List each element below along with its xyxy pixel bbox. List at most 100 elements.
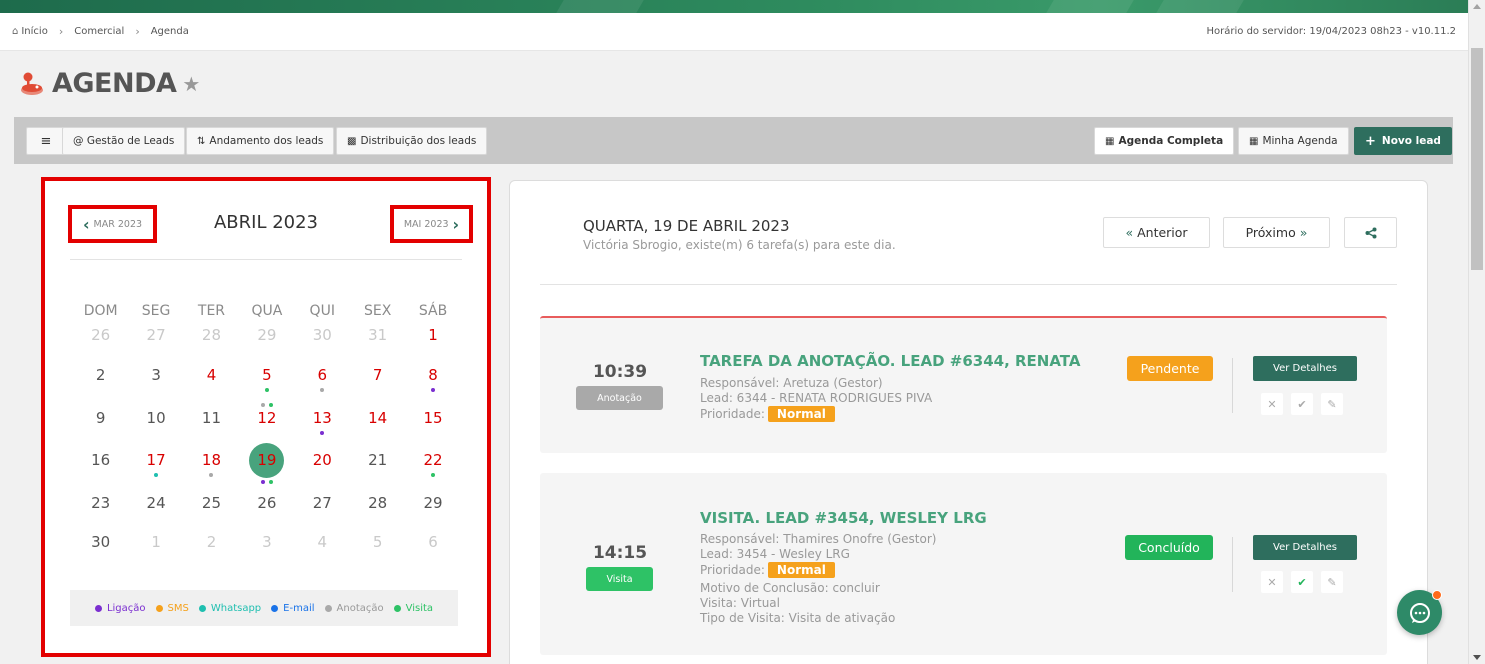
breadcrumb-commercial[interactable]: Comercial bbox=[74, 26, 124, 37]
calendar-day[interactable]: 26 bbox=[73, 326, 128, 344]
legend-label: Whatsapp bbox=[210, 602, 262, 614]
calendar-day[interactable]: 29 bbox=[239, 326, 294, 344]
calendar-day[interactable]: 3 bbox=[128, 366, 183, 384]
calendar-day[interactable]: 3 bbox=[239, 533, 294, 551]
calendar-day[interactable]: 21 bbox=[350, 451, 405, 478]
calendar-day[interactable]: 18 bbox=[184, 451, 239, 478]
hamburger-icon: ≡ bbox=[40, 133, 52, 149]
weekday-label: SEX bbox=[363, 303, 392, 319]
close-icon: ✕ bbox=[1267, 397, 1277, 411]
day-number: 19 bbox=[249, 443, 285, 478]
calendar-day[interactable]: 6 bbox=[405, 533, 460, 551]
task-title[interactable]: VISITA. LEAD #3454, WESLEY LRG bbox=[700, 509, 987, 527]
leads-management-button[interactable]: @ Gestão de Leads bbox=[62, 127, 186, 155]
calendar-day[interactable]: 30 bbox=[295, 326, 350, 344]
calendar-day[interactable]: 8 bbox=[405, 366, 460, 392]
calendar-day[interactable]: 4 bbox=[184, 366, 239, 384]
calendar-day[interactable]: 25 bbox=[184, 494, 239, 512]
star-icon[interactable]: ★ bbox=[182, 72, 200, 96]
calendar-day[interactable]: 4 bbox=[295, 533, 350, 551]
calendar-day[interactable]: 16 bbox=[73, 451, 128, 478]
scroll-down-icon[interactable] bbox=[1473, 655, 1481, 660]
view-details-button[interactable]: Ver Detalhes bbox=[1253, 535, 1357, 560]
day-number: 27 bbox=[146, 326, 166, 344]
calendar-day[interactable]: 11 bbox=[184, 409, 239, 427]
tasks-divider bbox=[540, 284, 1397, 285]
view-details-button[interactable]: Ver Detalhes bbox=[1253, 356, 1357, 381]
legend-label: Visita bbox=[405, 602, 434, 614]
calendar-day[interactable]: 6 bbox=[295, 366, 350, 392]
day-number: 24 bbox=[146, 494, 166, 512]
previous-day-button[interactable]: « Anterior bbox=[1103, 217, 1210, 248]
calendar-week: 23 24 25 26 27 28 29 bbox=[73, 494, 461, 512]
day-number: 4 bbox=[206, 366, 217, 384]
day-number: 15 bbox=[423, 409, 443, 427]
calendar-day[interactable]: 5 bbox=[239, 366, 294, 392]
cancel-task-button[interactable]: ✕ bbox=[1261, 571, 1283, 593]
calendar-day[interactable]: 27 bbox=[128, 326, 183, 344]
calendar-day[interactable]: 20 bbox=[295, 451, 350, 478]
day-number: 14 bbox=[368, 409, 388, 427]
calendar-panel: ‹ MAR 2023 ABRIL 2023 MAI 2023 › DOM SEG T… bbox=[41, 177, 491, 657]
legend-label: Anotação bbox=[336, 602, 384, 614]
leads-distribution-button[interactable]: ▩ Distribuição dos leads bbox=[336, 127, 488, 155]
scroll-thumb[interactable] bbox=[1471, 48, 1483, 270]
calendar-day[interactable]: 17 bbox=[128, 451, 183, 478]
weekday-header: DOM SEG TER QUA QUI SEX SÁB bbox=[73, 303, 461, 319]
task-title[interactable]: TAREFA DA ANOTAÇÃO. LEAD #6344, RENATA bbox=[700, 352, 1080, 370]
edit-task-button[interactable]: ✎ bbox=[1321, 571, 1343, 593]
menu-button[interactable]: ≡ bbox=[26, 127, 66, 155]
task-time: 10:39 bbox=[592, 362, 648, 382]
calendar-icon: ▦ bbox=[1105, 135, 1115, 147]
calendar-day[interactable]: 9 bbox=[73, 409, 128, 427]
home-icon: ⌂ bbox=[12, 26, 19, 37]
calendar-day[interactable]: 5 bbox=[350, 533, 405, 551]
calendar-day[interactable]: 2 bbox=[73, 366, 128, 384]
full-agenda-button[interactable]: ▦ Agenda Completa bbox=[1094, 127, 1235, 155]
calendar-day[interactable]: 12 bbox=[239, 403, 294, 427]
calendar-day[interactable]: 2 bbox=[184, 533, 239, 551]
day-number: 5 bbox=[262, 366, 272, 384]
calendar-day[interactable]: 31 bbox=[350, 326, 405, 344]
edit-task-button[interactable]: ✎ bbox=[1321, 393, 1343, 415]
calendar-day[interactable]: 22 bbox=[405, 451, 460, 478]
next-month-button[interactable]: MAI 2023 › bbox=[390, 205, 473, 243]
scroll-up-icon[interactable] bbox=[1473, 4, 1481, 9]
cancel-task-button[interactable]: ✕ bbox=[1261, 393, 1283, 415]
complete-task-button[interactable]: ✔ bbox=[1291, 571, 1313, 593]
calendar-day[interactable]: 1 bbox=[128, 533, 183, 551]
calendar-day[interactable]: 29 bbox=[405, 494, 460, 512]
share-button[interactable] bbox=[1344, 217, 1397, 248]
day-tasks-panel: QUARTA, 19 DE ABRIL 2023 Victória Sbrogi… bbox=[509, 180, 1428, 664]
calendar-day[interactable]: 27 bbox=[295, 494, 350, 512]
calendar-day[interactable]: 28 bbox=[350, 494, 405, 512]
calendar-day[interactable]: 23 bbox=[73, 494, 128, 512]
new-lead-button[interactable]: + Novo lead bbox=[1354, 127, 1452, 155]
calendar-day[interactable]: 7 bbox=[350, 366, 405, 384]
page-scrollbar[interactable] bbox=[1468, 0, 1485, 664]
day-number: 1 bbox=[151, 533, 161, 551]
calendar-day[interactable]: 30 bbox=[73, 533, 128, 551]
joystick-icon bbox=[21, 72, 43, 95]
weekday-label: TER bbox=[197, 303, 226, 319]
calendar-day[interactable]: 28 bbox=[184, 326, 239, 344]
breadcrumb-home[interactable]: Início bbox=[21, 26, 47, 37]
next-day-button[interactable]: Próximo » bbox=[1223, 217, 1330, 248]
calendar-day[interactable]: 10 bbox=[128, 409, 183, 427]
my-agenda-button[interactable]: ▦ Minha Agenda bbox=[1238, 127, 1349, 155]
complete-task-button[interactable]: ✔ bbox=[1291, 393, 1313, 415]
server-time: Horário do servidor: 19/04/2023 08h23 - … bbox=[1206, 26, 1456, 37]
calendar-day[interactable]: 26 bbox=[239, 494, 294, 512]
priority-badge: Normal bbox=[767, 562, 835, 578]
leads-progress-button[interactable]: ⇅ Andamento dos leads bbox=[186, 127, 335, 155]
calendar-day[interactable]: 13 bbox=[295, 409, 350, 435]
legend-item-whatsapp: Whatsapp bbox=[198, 602, 262, 614]
calendar-day[interactable]: 15 bbox=[405, 409, 460, 427]
task-visit-type: Tipo de Visita: Visita de ativação bbox=[700, 611, 896, 625]
day-number: 27 bbox=[312, 494, 332, 512]
calendar-day[interactable]: 1 bbox=[405, 326, 460, 344]
calendar-day[interactable]: 14 bbox=[350, 409, 405, 427]
calendar-day[interactable]: 24 bbox=[128, 494, 183, 512]
weekday-label: QUA bbox=[251, 303, 283, 319]
calendar-day-today[interactable]: 19 bbox=[239, 443, 294, 484]
